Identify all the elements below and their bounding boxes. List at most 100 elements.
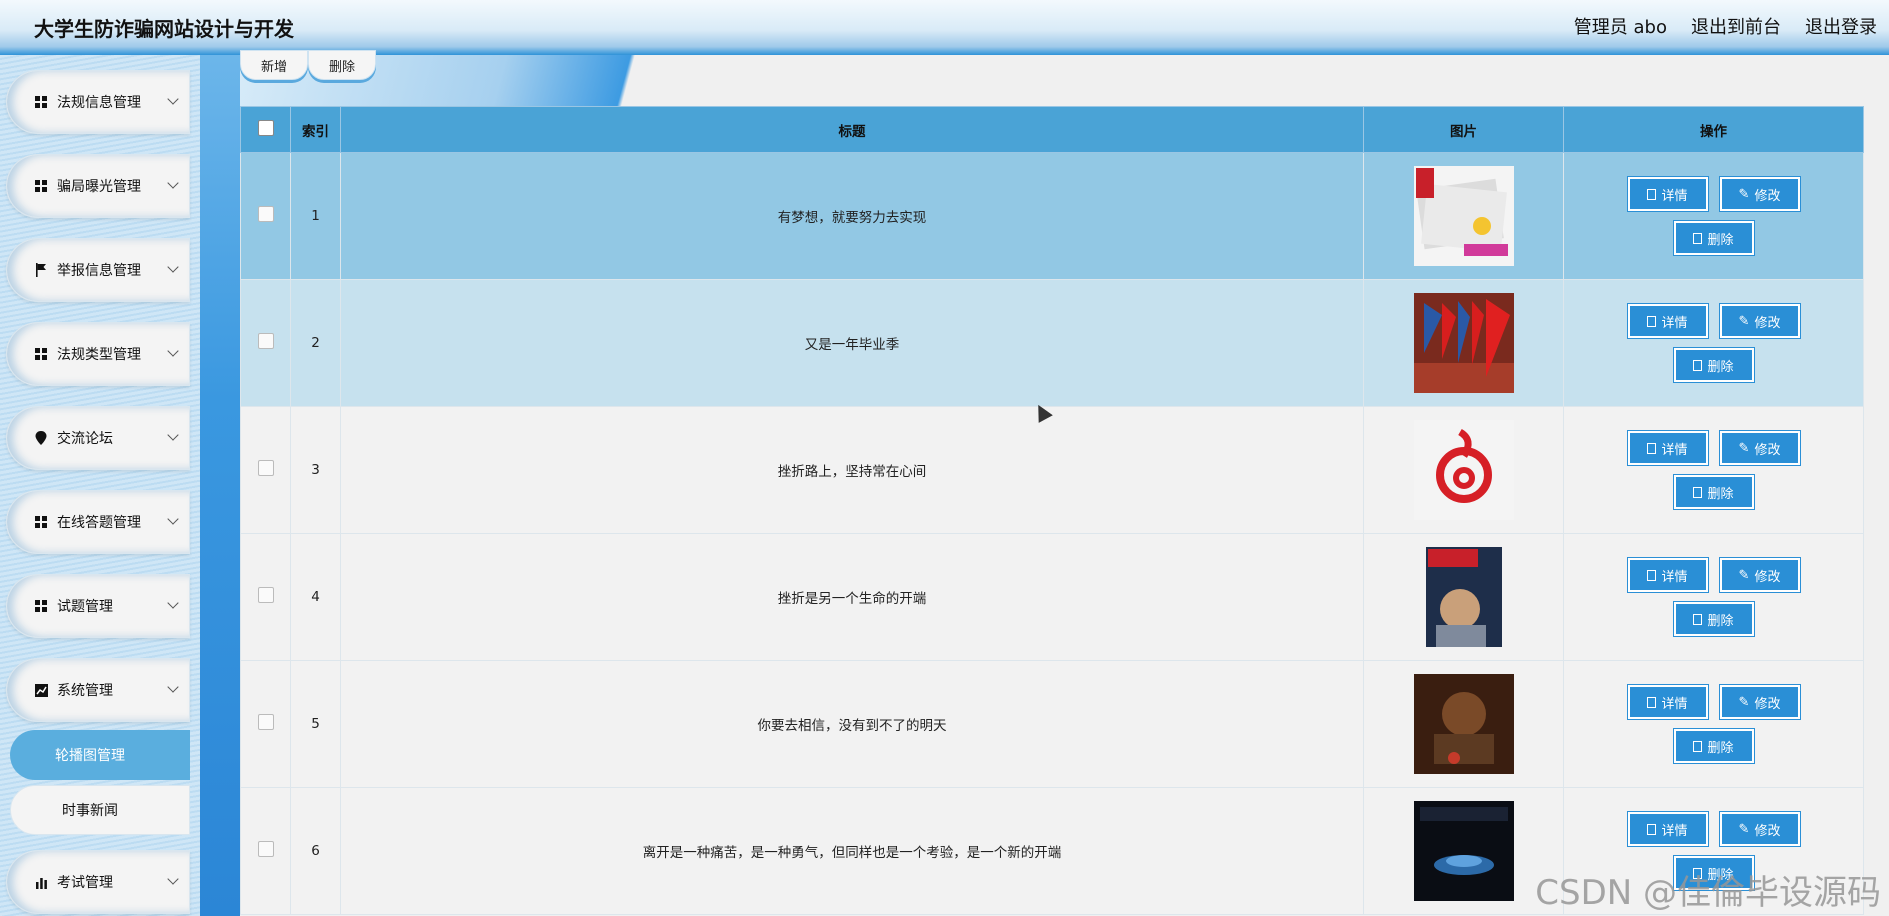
bar-chart-icon (33, 874, 49, 890)
edit-button[interactable]: ✎ 修改 (1718, 303, 1801, 339)
column-header-index: 索引 (290, 106, 341, 153)
document-icon (1647, 823, 1657, 835)
bulk-delete-button[interactable]: 删除 (308, 50, 376, 80)
flags-image (1413, 293, 1514, 393)
detail-button-label: 详情 (1661, 442, 1688, 458)
chevron-down-icon (167, 261, 179, 273)
sidebar-item-online-quiz[interactable]: 在线答题管理 (6, 490, 190, 554)
edit-button[interactable]: ✎ 修改 (1718, 557, 1801, 593)
row-title: 挫折路上，坚持常在心间 (340, 406, 1364, 534)
row-checkbox[interactable] (257, 841, 274, 857)
admin-user-link[interactable]: 管理员 abo (1574, 13, 1667, 39)
chevron-down-icon (167, 93, 179, 105)
sidebar-item-scam-exposure[interactable]: 骗局曝光管理 (6, 154, 190, 218)
grid-icon (33, 178, 49, 194)
trash-icon (1693, 740, 1703, 752)
sidebar-item-exam[interactable]: 考试管理 (6, 850, 190, 914)
row-index: 6 (290, 787, 341, 915)
row-actions-cell: 详情 ✎ 修改 删除 (1563, 279, 1864, 407)
detail-button[interactable]: 详情 (1626, 303, 1709, 339)
document-icon (1647, 315, 1657, 327)
bulk-delete-button-label: 删除 (328, 59, 355, 75)
row-actions-cell: 详情 ✎ 修改 删除 (1563, 152, 1864, 280)
add-button-label: 新增 (260, 59, 287, 75)
chevron-down-icon (167, 345, 179, 357)
row-index: 2 (290, 279, 341, 407)
sidebar-subitem-label: 时事新闻 (62, 803, 118, 819)
logout-link[interactable]: 退出登录 (1805, 13, 1877, 39)
delete-button-label: 删除 (1707, 740, 1734, 756)
delete-button-label: 删除 (1707, 232, 1734, 248)
document-icon (1647, 188, 1657, 200)
detail-button[interactable]: 详情 (1626, 684, 1709, 720)
edit-button[interactable]: ✎ 修改 (1718, 176, 1801, 212)
sidebar-subitem-carousel[interactable]: 轮播图管理 (10, 730, 190, 780)
column-header-title: 标题 (340, 106, 1364, 153)
sidebar-subitem-news[interactable]: 时事新闻 (10, 785, 190, 835)
edit-button-label: 修改 (1754, 823, 1781, 839)
pencil-icon: ✎ (1738, 440, 1750, 456)
row-checkbox[interactable] (257, 460, 274, 476)
sidebar-item-question-bank[interactable]: 试题管理 (6, 574, 190, 638)
row-index: 3 (290, 406, 341, 534)
delete-button[interactable]: 删除 (1672, 474, 1755, 510)
row-checkbox[interactable] (257, 206, 274, 222)
car-poster-image (1413, 801, 1514, 901)
detail-button[interactable]: 详情 (1626, 811, 1709, 847)
delete-button-label: 删除 (1707, 613, 1734, 629)
add-button[interactable]: 新增 (240, 50, 308, 80)
edit-button[interactable]: ✎ 修改 (1718, 684, 1801, 720)
row-checkbox[interactable] (257, 587, 274, 603)
row-index: 4 (290, 533, 341, 661)
detail-button[interactable]: 详情 (1626, 430, 1709, 466)
red-logo-image (1413, 420, 1514, 520)
row-image-cell (1363, 279, 1564, 407)
document-icon (1647, 569, 1657, 581)
row-title: 挫折是另一个生命的开端 (340, 533, 1364, 661)
detail-button[interactable]: 详情 (1626, 176, 1709, 212)
delete-button[interactable]: 删除 (1672, 347, 1755, 383)
row-actions-cell: 详情 ✎ 修改 删除 (1563, 533, 1864, 661)
edit-button[interactable]: ✎ 修改 (1718, 430, 1801, 466)
chevron-down-icon (167, 429, 179, 441)
row-select-cell (240, 787, 291, 915)
delete-button[interactable]: 删除 (1672, 728, 1755, 764)
sidebar-item-label: 试题管理 (57, 599, 113, 615)
sidebar-item-system[interactable]: 系统管理 (6, 658, 190, 722)
edit-button-label: 修改 (1754, 569, 1781, 585)
row-title: 有梦想，就要努力去实现 (340, 152, 1364, 280)
sidebar-item-label: 举报信息管理 (57, 263, 141, 279)
chevron-down-icon (167, 513, 179, 525)
pencil-icon: ✎ (1738, 186, 1750, 202)
back-to-frontend-link[interactable]: 退出到前台 (1691, 13, 1781, 39)
edit-button-label: 修改 (1754, 442, 1781, 458)
grid-icon (33, 514, 49, 530)
delete-button[interactable]: 删除 (1672, 220, 1755, 256)
trash-icon (1693, 613, 1703, 625)
sidebar-item-regulation-type[interactable]: 法规类型管理 (6, 322, 190, 386)
top-nav: 管理员 abo 退出到前台 退出登录 (1574, 13, 1877, 39)
delete-button-label: 删除 (1707, 486, 1734, 502)
table-row: 5 你要去相信，没有到不了的明天 详情 ✎ 修改 删除 (240, 660, 1864, 788)
detail-button[interactable]: 详情 (1626, 557, 1709, 593)
select-all-checkbox[interactable] (257, 119, 274, 136)
trash-icon (1693, 232, 1703, 244)
row-checkbox[interactable] (257, 333, 274, 349)
sidebar-item-forum[interactable]: 交流论坛 (6, 406, 190, 470)
edit-button-label: 修改 (1754, 696, 1781, 712)
grid-icon (33, 346, 49, 362)
row-checkbox[interactable] (257, 714, 274, 730)
table-row: 1 有梦想，就要努力去实现 详情 ✎ 修改 删除 (240, 152, 1864, 280)
table-header-row: 索引 标题 图片 操作 (240, 106, 1864, 153)
sidebar-item-report-info[interactable]: 举报信息管理 (6, 238, 190, 302)
row-select-cell (240, 406, 291, 534)
edit-button[interactable]: ✎ 修改 (1718, 811, 1801, 847)
sidebar-item-regulation-info[interactable]: 法规信息管理 (6, 70, 190, 134)
edit-button-label: 修改 (1754, 188, 1781, 204)
newspaper-stack-image (1413, 166, 1514, 266)
row-select-cell (240, 279, 291, 407)
sidebar: 法规信息管理 骗局曝光管理 举报信息管理 法规类型管理 交流论坛 在线答题管理 … (0, 55, 200, 916)
top-header: 大学生防诈骗网站设计与开发 管理员 abo 退出到前台 退出登录 (0, 0, 1889, 55)
delete-button[interactable]: 删除 (1672, 601, 1755, 637)
document-icon (1647, 442, 1657, 454)
